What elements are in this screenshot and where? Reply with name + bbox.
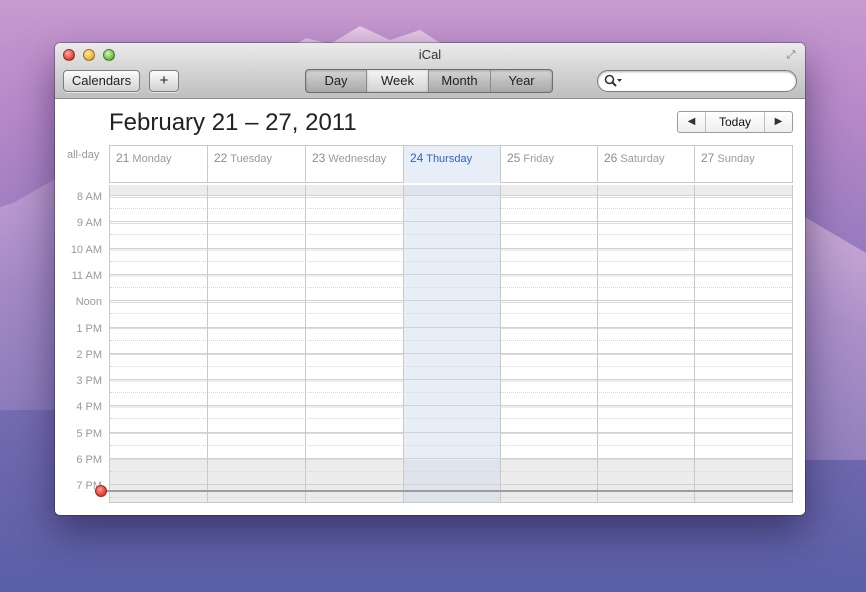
- view-month-button[interactable]: Month: [429, 70, 491, 92]
- day-header[interactable]: 22 Tuesday: [208, 146, 306, 183]
- half-hour-gridline: [110, 497, 793, 498]
- day-number: 27: [701, 151, 715, 165]
- day-number: 22: [214, 151, 228, 165]
- hour-label: 11 AM: [71, 270, 102, 282]
- hour-label: 10 AM: [70, 244, 102, 256]
- title-bar: iCal ⤢ Calendars + Day Week Month Year: [55, 43, 805, 99]
- week-navigation: ◀ Today ▶: [677, 111, 793, 133]
- day-header[interactable]: 25 Friday: [501, 146, 598, 183]
- day-name: Saturday: [620, 153, 665, 165]
- calendars-button[interactable]: Calendars: [63, 70, 140, 92]
- day-header[interactable]: 23 Wednesday: [306, 146, 404, 183]
- window-title: iCal: [418, 47, 442, 62]
- day-name: Tuesday: [230, 153, 273, 165]
- hour-label: 3 PM: [76, 375, 102, 387]
- day-name: Sunday: [717, 153, 755, 165]
- day-column-divider: [597, 185, 598, 502]
- half-hour-gridline: [110, 418, 793, 419]
- hour-gridline: [110, 221, 793, 222]
- date-range-title: February 21 – 27, 2011: [109, 109, 357, 136]
- view-year-button[interactable]: Year: [491, 70, 552, 92]
- day-name: Monday: [132, 153, 172, 165]
- search-input[interactable]: [626, 72, 790, 90]
- day-header[interactable]: 26 Saturday: [598, 146, 695, 183]
- week-grid[interactable]: [109, 185, 793, 503]
- hour-gridline: [110, 484, 793, 485]
- day-number: 26: [604, 151, 618, 165]
- hour-gridline: [110, 353, 793, 354]
- view-week-button[interactable]: Week: [367, 70, 429, 92]
- half-hour-gridline: [110, 287, 793, 288]
- hour-label: 8 AM: [76, 191, 102, 203]
- half-hour-gridline: [110, 340, 793, 341]
- half-hour-gridline: [110, 313, 793, 314]
- day-header-today[interactable]: 24 Thursday: [404, 146, 501, 183]
- hour-label: 2 PM: [76, 349, 102, 361]
- current-time-line: [101, 490, 793, 492]
- previous-week-button[interactable]: ◀: [678, 112, 706, 132]
- half-hour-gridline: [110, 471, 793, 472]
- all-day-label: all-day: [67, 149, 100, 161]
- hour-label: 4 PM: [76, 401, 102, 413]
- hour-label: 5 PM: [76, 428, 102, 440]
- day-number: 23: [312, 151, 326, 165]
- today-off-hours-shade: [404, 185, 501, 195]
- day-column-divider: [403, 185, 404, 502]
- day-number: 24: [410, 151, 424, 165]
- view-day-button[interactable]: Day: [306, 70, 367, 92]
- day-header[interactable]: 27 Sunday: [695, 146, 793, 183]
- half-hour-gridline: [110, 261, 793, 262]
- hour-gridline: [110, 300, 793, 301]
- hour-gridline: [110, 405, 793, 406]
- day-column-divider: [694, 185, 695, 502]
- day-number: 25: [507, 151, 521, 165]
- hour-gridline: [110, 458, 793, 459]
- hour-gridline: [110, 327, 793, 328]
- half-hour-gridline: [110, 392, 793, 393]
- half-hour-gridline: [110, 208, 793, 209]
- hour-label: Noon: [75, 296, 102, 308]
- hour-label: 1 PM: [76, 323, 102, 335]
- hour-label: 9 AM: [76, 217, 102, 229]
- add-event-button[interactable]: +: [149, 70, 179, 92]
- day-column-divider: [500, 185, 501, 502]
- day-number: 21: [116, 151, 130, 165]
- current-time-indicator-icon: [95, 485, 107, 497]
- day-header[interactable]: 21 Monday: [110, 146, 208, 183]
- half-hour-gridline: [110, 234, 793, 235]
- half-hour-gridline: [110, 366, 793, 367]
- hour-label: 6 PM: [76, 454, 102, 466]
- calendar-content: February 21 – 27, 2011 ◀ Today ▶ all-day…: [55, 99, 805, 515]
- next-week-button[interactable]: ▶: [764, 112, 792, 132]
- hour-gridline: [110, 432, 793, 433]
- today-column-highlight: [404, 185, 501, 502]
- hour-gridline: [110, 274, 793, 275]
- day-name: Thursday: [426, 153, 473, 165]
- search-field[interactable]: [597, 70, 797, 92]
- fullscreen-icon[interactable]: ⤢: [785, 49, 797, 61]
- hour-gridline: [110, 379, 793, 380]
- view-segmented-control: Day Week Month Year: [305, 69, 553, 93]
- hour-gridline: [110, 248, 793, 249]
- ical-window: iCal ⤢ Calendars + Day Week Month Year F…: [55, 43, 805, 515]
- half-hour-gridline: [110, 445, 793, 446]
- day-header-row: 21 Monday 22 Tuesday 23 Wednesday 24 Thu…: [109, 145, 793, 183]
- day-column-divider: [792, 185, 793, 502]
- day-column-divider: [207, 185, 208, 502]
- day-column-divider: [305, 185, 306, 502]
- day-name: Wednesday: [328, 153, 387, 165]
- search-icon[interactable]: [604, 74, 626, 88]
- day-name: Friday: [523, 153, 554, 165]
- today-button[interactable]: Today: [706, 112, 764, 132]
- hour-gridline: [110, 195, 793, 196]
